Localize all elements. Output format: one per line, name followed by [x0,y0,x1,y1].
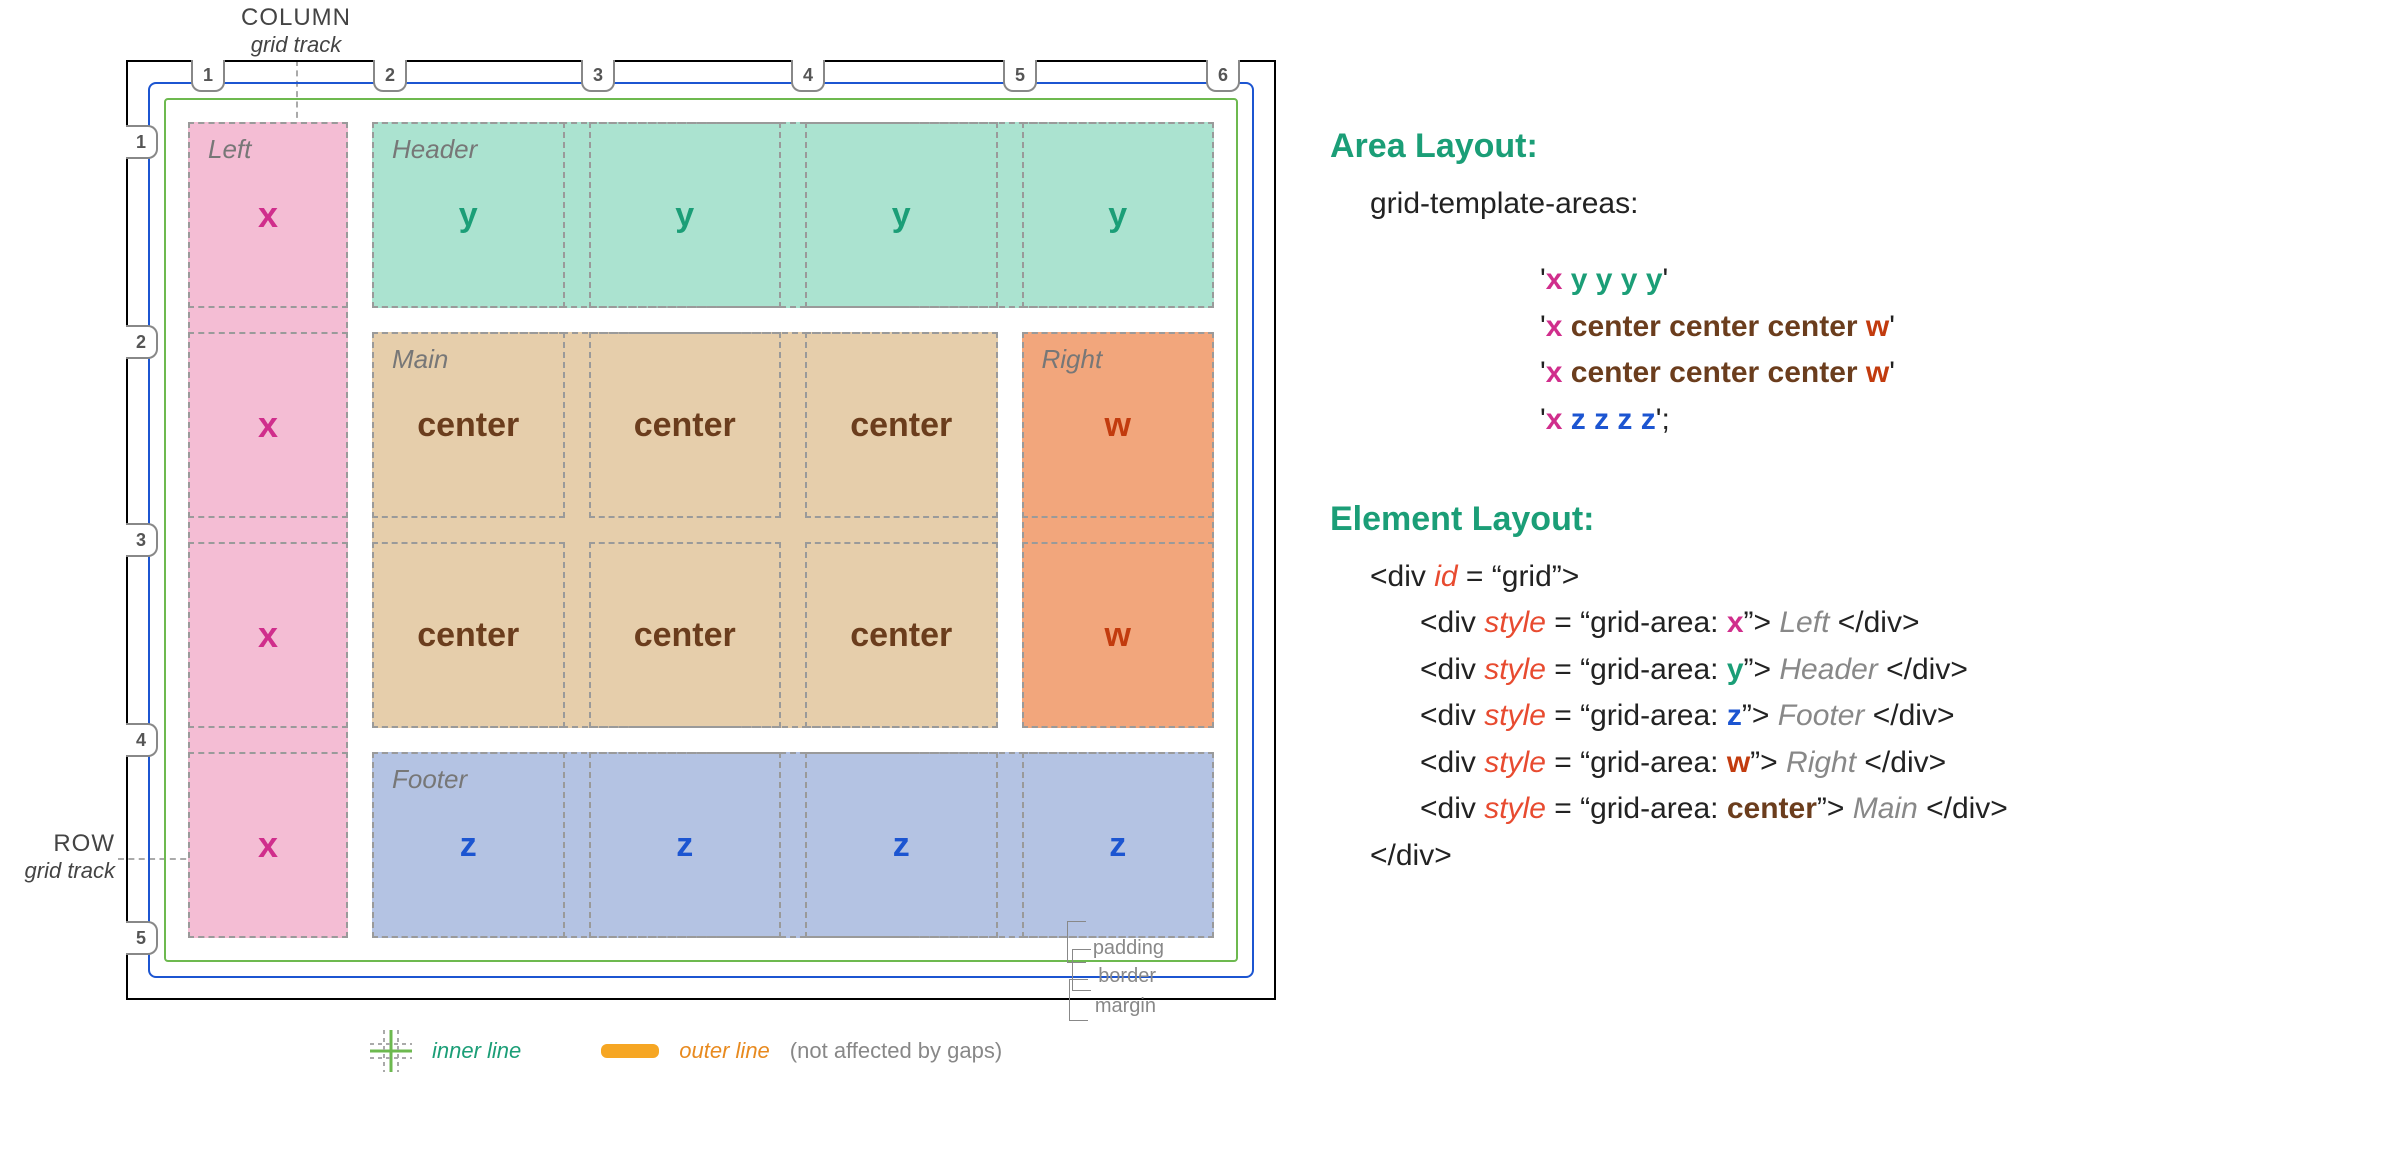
row-line-badge: 3 [126,523,158,557]
column-line-badge: 1 [191,60,225,92]
row-line-badge: 5 [126,921,158,955]
legend: inner line outer line (not affected by g… [370,1030,1002,1072]
area-main: Main [372,332,998,728]
element-layout-heading: Element Layout: [1330,493,2350,546]
grid-container: Left Header Main Right Footer xyyyyxcent… [188,122,1214,938]
template-area-values: 'x y y y y''x center center center w''x … [1540,257,2350,443]
area-left: Left [188,122,348,938]
column-line-badge: 2 [373,60,407,92]
outer-line-icon [601,1044,659,1058]
column-line-badge: 3 [581,60,615,92]
legend-outer-note: (not affected by gaps) [790,1038,1002,1064]
margin-label: margin [1095,995,1156,1018]
grid-template-areas-prop: grid-template-areas: [1370,181,2350,228]
row-title: ROW grid track [0,830,115,884]
column-title: COLUMN grid track [236,4,356,58]
column-line-badge: 4 [791,60,825,92]
legend-inner-text: inner line [432,1038,521,1064]
column-line-badge: 5 [1003,60,1037,92]
padding-label: padding [1093,937,1164,960]
legend-outer-text: outer line [679,1038,770,1064]
border-label: border [1098,965,1156,988]
area-layout-heading: Area Layout: [1330,120,2350,173]
column-line-badge: 6 [1206,60,1240,92]
grid-figure: Left Header Main Right Footer xyyyyxcent… [126,60,1276,1000]
area-right: Right [1022,332,1215,728]
area-header: Header [372,122,1214,308]
row-line-badge: 1 [126,125,158,159]
explanation-panel: Area Layout: grid-template-areas: 'x y y… [1330,120,2350,879]
row-line-badge: 2 [126,325,158,359]
area-footer: Footer [372,752,1214,938]
row-line-badge: 4 [126,723,158,757]
element-layout-code: <div id = “grid”><div style = “grid-area… [1370,554,2350,880]
inner-line-icon [370,1030,412,1072]
